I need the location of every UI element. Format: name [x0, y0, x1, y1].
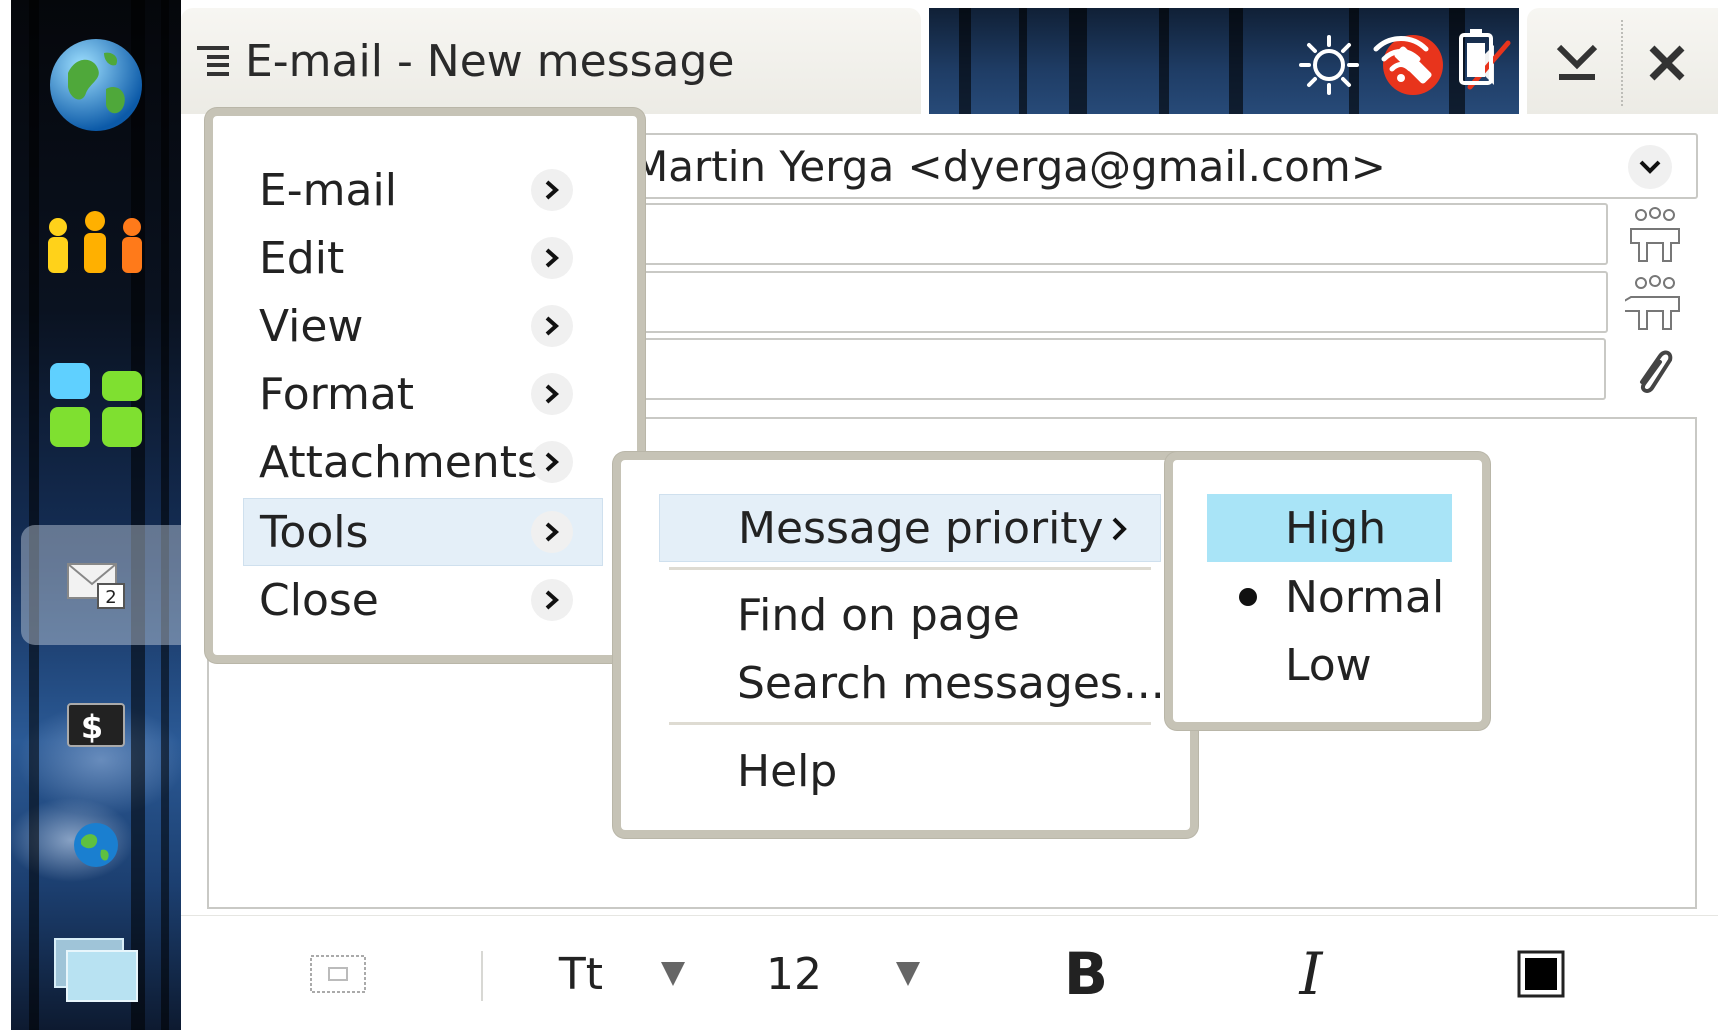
tools-submenu: Message priority Find on page Search mes…: [613, 452, 1198, 838]
task-navigator: 2 $: [11, 0, 181, 1030]
menu-separator: [669, 567, 1151, 570]
chevron-right-icon: [531, 579, 573, 621]
terminal-launcher[interactable]: $: [11, 690, 181, 760]
menu-item-label: Message priority: [738, 502, 1104, 554]
from-account-select[interactable]: Martin Yerga <dyerga@gmail.com>: [620, 133, 1698, 199]
small-globe-icon: [74, 823, 118, 867]
menu-item-label: View: [259, 300, 364, 352]
window-title: E-mail - New message: [245, 35, 735, 87]
italic-button[interactable]: I: [1281, 934, 1341, 1014]
triangle-down-icon: [896, 962, 920, 986]
chevron-right-icon: [531, 237, 573, 279]
menu-item-label: Close: [259, 574, 379, 626]
menu-item-label: Help: [737, 745, 838, 797]
chevron-right-icon: [531, 511, 573, 553]
text-color-button[interactable]: [1511, 934, 1571, 1014]
toolbar-separator: [481, 951, 483, 1001]
priority-label: High: [1285, 502, 1387, 554]
applications-launcher[interactable]: [11, 355, 181, 455]
title-menu-tab[interactable]: E-mail - New message: [181, 8, 921, 114]
menu-separator: [669, 722, 1151, 725]
window-buttons: [1527, 8, 1718, 114]
menu-item-label: Search messages...: [737, 657, 1165, 709]
title-button-separator: [1621, 20, 1623, 106]
color-swatch-icon: [1517, 950, 1565, 998]
task-switcher[interactable]: [11, 925, 181, 1015]
email-launcher[interactable]: 2: [11, 525, 181, 645]
unread-badge: 2: [105, 587, 116, 608]
web-launcher[interactable]: [11, 30, 181, 140]
chevron-down-icon: [1628, 145, 1672, 189]
priority-label: Low: [1285, 639, 1372, 691]
priority-normal-option[interactable]: Normal: [1207, 564, 1452, 630]
menu-item-search-messages[interactable]: Search messages...: [659, 650, 1165, 716]
menu-item-label: Tools: [260, 506, 369, 558]
format-toolbar: Tt 12 B I: [181, 915, 1718, 1030]
font-size-label: 12: [766, 948, 822, 1000]
triangle-down-icon: [661, 962, 685, 986]
subject-field[interactable]: [620, 338, 1606, 400]
menu-item-label: Format: [259, 368, 415, 420]
minimize-icon: [1556, 44, 1598, 80]
menu-item-find-on-page[interactable]: Find on page: [659, 582, 1161, 648]
contacts-launcher[interactable]: [11, 200, 181, 290]
cc-contacts-button[interactable]: [1620, 273, 1690, 333]
cc-field[interactable]: [620, 271, 1608, 333]
font-size-dropdown[interactable]: [883, 934, 933, 1014]
chevron-right-icon: [531, 305, 573, 347]
close-icon: [1649, 45, 1685, 81]
menu-icon: [197, 46, 231, 76]
minimize-button[interactable]: [1537, 28, 1617, 98]
menu-item-label: Find on page: [737, 589, 1020, 641]
app-grid-icon: [50, 363, 142, 447]
font-face-dropdown[interactable]: [648, 934, 698, 1014]
priority-submenu: High Normal Low: [1165, 452, 1490, 730]
chevron-right-icon: [531, 373, 573, 415]
brightness-icon: [1294, 30, 1364, 100]
priority-high-option[interactable]: High: [1207, 494, 1452, 562]
menu-item-label: Attachments: [259, 436, 540, 488]
attach-button[interactable]: [1620, 343, 1690, 403]
bold-button[interactable]: B: [1056, 934, 1116, 1014]
radio-selected-icon: [1239, 588, 1257, 606]
menu-item-message-priority[interactable]: Message priority: [659, 494, 1161, 562]
task-switcher-icon: [54, 938, 138, 1002]
chevron-right-icon: [1112, 517, 1127, 541]
to-contacts-button[interactable]: [1620, 205, 1690, 265]
menu-item-label: E-mail: [259, 164, 397, 216]
globe-icon: [50, 39, 142, 131]
insert-image-icon: [310, 955, 366, 993]
svg-text:$: $: [81, 708, 103, 746]
menu-item-help[interactable]: Help: [659, 738, 1161, 804]
contacts-picker-icon: [1625, 275, 1680, 330]
main-menu: E-mail Edit View Format Attachments Tool…: [205, 108, 645, 663]
people-icon: [48, 211, 142, 273]
font-face-label: Tt: [558, 948, 604, 1000]
chevron-right-icon: [531, 169, 573, 211]
wifi-icon: [1366, 22, 1436, 92]
close-window-button[interactable]: [1627, 28, 1707, 98]
terminal-icon: $: [67, 703, 125, 747]
browser-launcher[interactable]: [11, 810, 181, 880]
envelope-icon: 2: [67, 563, 125, 609]
insert-image-button[interactable]: [306, 934, 370, 1014]
priority-low-option[interactable]: Low: [1207, 632, 1452, 698]
priority-label: Normal: [1285, 571, 1445, 623]
contacts-picker-icon: [1630, 207, 1680, 262]
to-field[interactable]: [620, 203, 1608, 265]
paperclip-icon: [1640, 350, 1673, 393]
chevron-right-icon: [531, 441, 573, 483]
title-bar: E-mail - New message: [181, 0, 1718, 114]
battery-icon: [1446, 22, 1506, 92]
from-account-value: Martin Yerga <dyerga@gmail.com>: [632, 141, 1386, 191]
menu-item-label: Edit: [259, 232, 345, 284]
